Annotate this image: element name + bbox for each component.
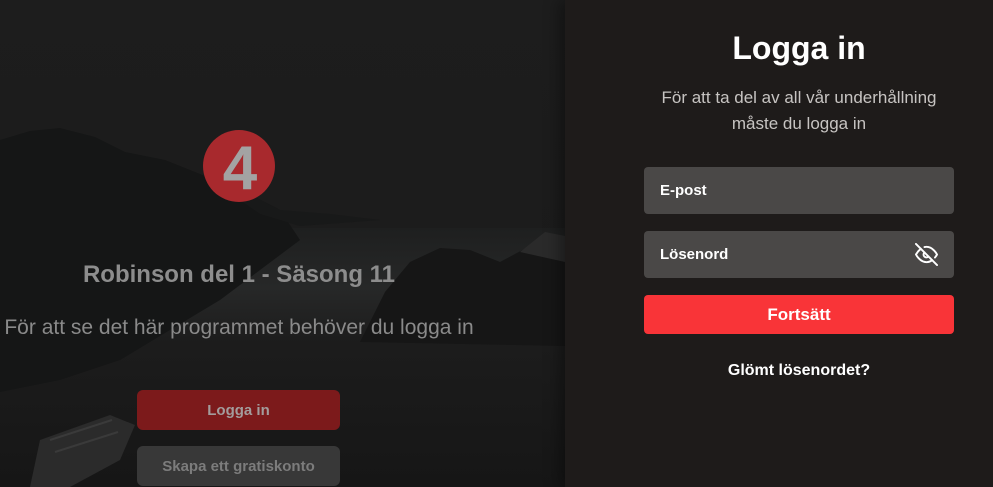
login-description: För att ta del av all vår underhållning … bbox=[661, 88, 937, 133]
login-panel: Logga in För att ta del av all vår under… bbox=[565, 0, 993, 487]
logo-mark: 4 bbox=[223, 134, 258, 202]
login-required-message: För att se det här programmet behöver du… bbox=[4, 316, 474, 339]
email-field[interactable] bbox=[644, 167, 954, 214]
create-free-account-button[interactable]: Skapa ett gratiskonto bbox=[137, 446, 340, 486]
password-field-container bbox=[644, 231, 954, 278]
program-preview: 4 Robinson del 1 - Säsong 11 För att se … bbox=[0, 0, 565, 487]
app: 4 Robinson del 1 - Säsong 11 För att se … bbox=[0, 0, 993, 487]
password-field[interactable] bbox=[644, 231, 954, 278]
program-title: Robinson del 1 - Säsong 11 bbox=[82, 261, 396, 288]
login-title: Logga in bbox=[732, 30, 866, 66]
continue-button[interactable]: Fortsätt bbox=[644, 295, 954, 334]
email-field-container bbox=[644, 167, 954, 214]
tv4-logo: 4 bbox=[203, 130, 275, 202]
forgot-password-link[interactable]: Glömt lösenordet? bbox=[644, 361, 954, 381]
toggle-password-visibility-button[interactable] bbox=[915, 243, 938, 266]
eye-slash-icon bbox=[915, 243, 938, 266]
login-button[interactable]: Logga in bbox=[137, 390, 340, 430]
